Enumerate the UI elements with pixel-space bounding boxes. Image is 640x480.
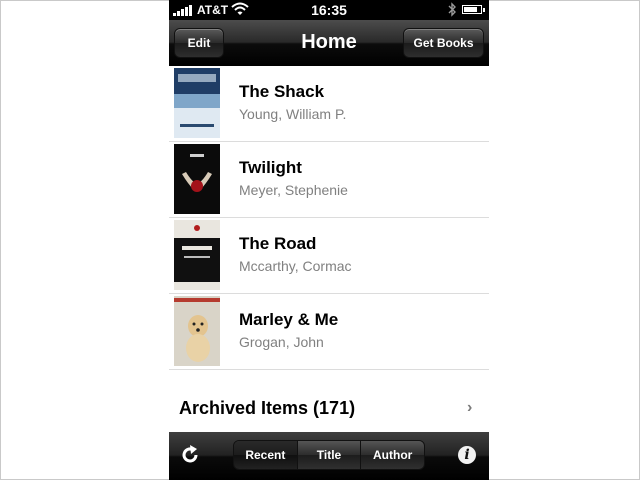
refresh-icon[interactable] <box>179 444 201 466</box>
book-author: Young, William P. <box>239 106 347 122</box>
navigation-bar: Edit Home Get Books <box>169 20 489 66</box>
clock-time: 16:35 <box>311 2 347 18</box>
book-cover-image <box>174 68 220 138</box>
book-row-marley-and-me[interactable]: Marley & Me Grogan, John <box>169 294 489 370</box>
book-author: Grogan, John <box>239 334 324 350</box>
bluetooth-icon <box>448 2 456 17</box>
segment-author[interactable]: Author <box>360 441 424 469</box>
phone-screen: AT&T 16:35 Edit Home Get Books The Shack… <box>169 0 489 480</box>
book-title: The Shack <box>239 82 325 101</box>
archived-items-row[interactable]: Archived Items (171) › <box>169 368 489 432</box>
battery-icon <box>462 5 485 14</box>
book-title: Twilight <box>239 158 302 177</box>
book-cover-image <box>174 144 220 214</box>
bottom-toolbar: Recent Title Author i <box>169 432 489 480</box>
book-row-the-shack[interactable]: The Shack Young, William P. <box>169 66 489 142</box>
book-cover-image <box>174 220 220 290</box>
segment-title[interactable]: Title <box>296 441 361 469</box>
book-row-twilight[interactable]: Twilight Meyer, Stephenie <box>169 142 489 218</box>
get-books-button[interactable]: Get Books <box>403 28 484 58</box>
segment-recent[interactable]: Recent <box>234 441 297 469</box>
book-author: Mccarthy, Cormac <box>239 258 352 274</box>
archived-items-label: Archived Items (171) <box>179 398 356 418</box>
book-author: Meyer, Stephenie <box>239 182 348 198</box>
chevron-right-icon: › <box>467 399 473 416</box>
status-bar: AT&T 16:35 <box>169 0 489 20</box>
info-icon[interactable]: i <box>458 446 476 464</box>
book-title: Marley & Me <box>239 310 339 329</box>
book-title: The Road <box>239 234 317 253</box>
sort-segmented-control: Recent Title Author <box>233 440 425 470</box>
battery-level-fill <box>464 7 477 12</box>
book-cover-image <box>174 296 220 366</box>
book-row-the-road[interactable]: The Road Mccarthy, Cormac <box>169 218 489 294</box>
